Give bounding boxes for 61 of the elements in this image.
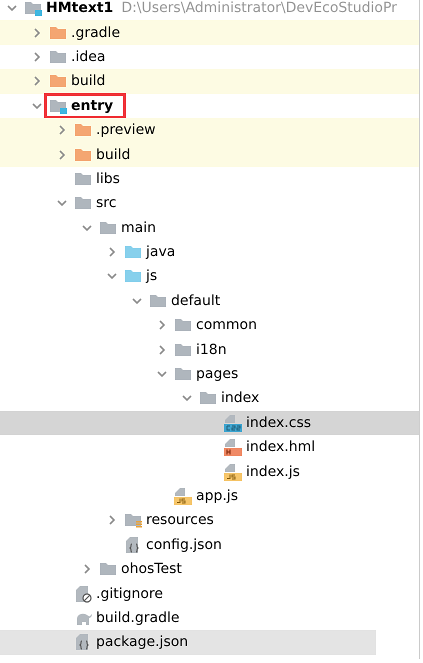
item-name: main: [121, 220, 156, 236]
item-name: HMtext1: [46, 0, 114, 16]
tree-row[interactable]: default: [0, 288, 419, 314]
item-name: index.hml: [246, 439, 316, 456]
tree-row[interactable]: java: [0, 240, 419, 264]
item-name: .gitignore: [96, 586, 163, 602]
js-file-icon: [174, 487, 192, 505]
ignore-file-icon: [74, 584, 92, 603]
tree-row[interactable]: i18n: [0, 337, 419, 362]
js-file-icon: [224, 462, 242, 481]
tree-row[interactable]: pages: [0, 362, 419, 386]
html-file-icon: [224, 438, 242, 456]
tree-row[interactable]: index: [0, 386, 419, 411]
tree-row[interactable]: main: [0, 216, 419, 240]
tree-row[interactable]: index.js: [0, 459, 419, 484]
item-name: resources: [146, 512, 214, 528]
tree-row[interactable]: build: [0, 69, 419, 94]
tree-row[interactable]: libs: [0, 166, 419, 192]
tree-row[interactable]: resources: [0, 508, 419, 533]
tree-row[interactable]: app.js: [0, 484, 419, 508]
tree-row[interactable]: .preview: [0, 118, 419, 142]
item-name: package.json: [96, 634, 188, 650]
item-name: index.css: [246, 414, 312, 431]
item-name: config.json: [146, 536, 222, 553]
item-name: common: [196, 317, 257, 334]
item-name: app.js: [196, 488, 238, 504]
tree-row[interactable]: HMtext1 D:\Users\Administrator\DevEcoStudioPr: [0, 0, 419, 20]
css-file-icon: [224, 414, 242, 432]
item-name: .idea: [71, 48, 106, 65]
tree-row[interactable]: src: [0, 191, 419, 216]
item-name: java: [146, 244, 176, 260]
resource-folder-icon: [124, 511, 142, 530]
item-name: build: [96, 146, 130, 163]
item-name: js: [146, 268, 158, 284]
item-name: .preview: [96, 122, 156, 138]
item-name: index: [221, 390, 260, 406]
item-name: libs: [96, 170, 120, 187]
item-name: pages: [196, 366, 238, 382]
module-folder-icon: [24, 0, 42, 18]
item-name: ohosTest: [121, 561, 182, 578]
tree-row[interactable]: .gradle: [0, 20, 419, 45]
tree-row[interactable]: package.json: [0, 630, 376, 655]
project-path: D:\Users\Administrator\DevEcoStudioPr: [121, 0, 397, 16]
item-name: index.js: [246, 464, 300, 480]
item-name: src: [96, 195, 116, 212]
tree-row[interactable]: config.json: [0, 532, 419, 557]
tree-row[interactable]: build.gradle: [0, 606, 419, 630]
tree-row[interactable]: index.hml: [0, 435, 419, 460]
tree-row[interactable]: build: [0, 142, 419, 167]
tree-row[interactable]: js: [0, 264, 419, 289]
item-name: i18n: [196, 342, 227, 358]
tree-row[interactable]: common: [0, 313, 419, 338]
tree-row[interactable]: .idea: [0, 44, 419, 70]
tree-row[interactable]: index.css: [0, 410, 419, 436]
item-name: build.gradle: [96, 610, 180, 626]
item-name: .gradle: [71, 24, 120, 41]
tree-row[interactable]: .gitignore: [0, 581, 419, 606]
tree-row[interactable]: ohosTest: [0, 556, 419, 582]
item-name: default: [171, 292, 220, 309]
item-name: entry: [71, 98, 114, 114]
item-name: build: [71, 73, 106, 90]
